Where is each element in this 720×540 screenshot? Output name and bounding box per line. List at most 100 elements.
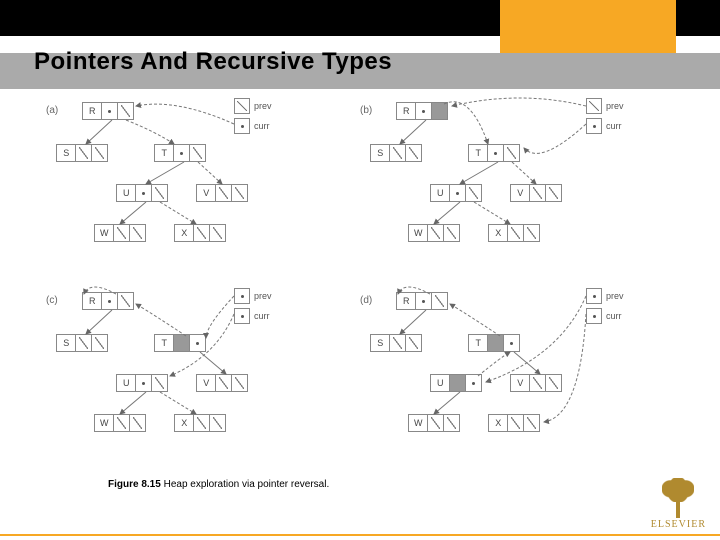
node-s-c: S [56, 334, 108, 352]
node-u: U [116, 184, 168, 202]
node-v-left [216, 184, 232, 202]
figure-815: (a) R S T U V W [46, 96, 674, 476]
node-s-label-b: S [370, 144, 390, 162]
node-w-left [114, 224, 130, 242]
node-v-label-c: V [196, 374, 216, 392]
node-u-label-b: U [430, 184, 450, 202]
elsevier-wordmark: ELSEVIER [651, 520, 706, 530]
node-s-right [92, 144, 108, 162]
node-x-label: X [174, 224, 194, 242]
node-u-left [136, 184, 152, 202]
panel-c: (c) R S T U V W [46, 286, 350, 456]
node-w-right [130, 224, 146, 242]
node-v: V [196, 184, 248, 202]
footer-rule [0, 534, 720, 536]
node-r-right-b [432, 102, 448, 120]
figure-caption-text: Heap exploration via pointer reversal. [164, 479, 330, 490]
node-u-c: U [116, 374, 168, 392]
node-r-label-d: R [396, 292, 416, 310]
curr-box-a: curr [234, 118, 302, 134]
node-w-label: W [94, 224, 114, 242]
node-v-c: V [196, 374, 248, 392]
node-x-left [194, 224, 210, 242]
node-r-left-b [416, 102, 432, 120]
node-r-right [118, 102, 134, 120]
node-v-b: V [510, 184, 562, 202]
node-s-d: S [370, 334, 422, 352]
node-t-label: T [154, 144, 174, 162]
pc-pair-d: prev curr [586, 288, 654, 328]
pc-pair-c: prev curr [234, 288, 302, 328]
node-v-label-d: V [510, 374, 530, 392]
node-t-label-b: T [468, 144, 488, 162]
node-u-b: U [430, 184, 482, 202]
node-x-label-b: X [488, 224, 508, 242]
panel-c-label: (c) [46, 296, 58, 306]
node-r-b: R [396, 102, 448, 120]
page-title: Pointers And Recursive Types [34, 48, 392, 76]
node-t-b: T [468, 144, 520, 162]
node-s: S [56, 144, 108, 162]
elsevier-logo: ELSEVIER [651, 476, 706, 530]
panel-a: (a) R S T U V W [46, 96, 350, 266]
node-x-label-c: X [174, 414, 194, 432]
curr-label: curr [254, 122, 270, 131]
figure-caption: Figure 8.15 Heap exploration via pointer… [108, 480, 329, 490]
node-r-c: R [82, 292, 134, 310]
node-t-label-d: T [468, 334, 488, 352]
panel-b-label: (b) [360, 106, 372, 116]
node-s-label-d: S [370, 334, 390, 352]
node-x-right [210, 224, 226, 242]
node-r: R [82, 102, 134, 120]
node-v-label: V [196, 184, 216, 202]
node-r-label-c: R [82, 292, 102, 310]
node-t-left [174, 144, 190, 162]
node-w-label-c: W [94, 414, 114, 432]
node-r-label-b: R [396, 102, 416, 120]
node-w-c: W [94, 414, 146, 432]
header-orange-block [500, 0, 676, 53]
node-t-d: T [468, 334, 520, 352]
node-v-right [232, 184, 248, 202]
node-r-d: R [396, 292, 448, 310]
node-x-b: X [488, 224, 540, 242]
node-u-label-d: U [430, 374, 450, 392]
node-v-d: V [510, 374, 562, 392]
node-x-c: X [174, 414, 226, 432]
node-u-label-c: U [116, 374, 136, 392]
node-t-right [190, 144, 206, 162]
pc-pair-a: prev curr [234, 98, 302, 138]
node-w-b: W [408, 224, 460, 242]
node-w-label-d: W [408, 414, 428, 432]
node-s-b: S [370, 144, 422, 162]
node-s-left [76, 144, 92, 162]
node-w-d: W [408, 414, 460, 432]
prev-box-a: prev [234, 98, 302, 114]
node-x-label-d: X [488, 414, 508, 432]
prev-label: prev [254, 102, 272, 111]
pc-pair-b: prev curr [586, 98, 654, 138]
node-s-label-c: S [56, 334, 76, 352]
node-u-label: U [116, 184, 136, 202]
panel-d: (d) R S T U V W [360, 286, 664, 456]
node-w-label-b: W [408, 224, 428, 242]
curr-cell-a [234, 118, 250, 134]
node-u-right [152, 184, 168, 202]
node-r-left [102, 102, 118, 120]
node-r-label: R [82, 102, 102, 120]
figure-number: Figure 8.15 [108, 479, 161, 490]
node-s-label: S [56, 144, 76, 162]
node-w: W [94, 224, 146, 242]
node-x-d: X [488, 414, 540, 432]
node-u-d: U [430, 374, 482, 392]
prev-cell-a [234, 98, 250, 114]
elsevier-tree-icon [658, 476, 698, 518]
node-t-label-c: T [154, 334, 174, 352]
node-v-label-b: V [510, 184, 530, 202]
panel-b: (b) R S T U V W [360, 96, 664, 266]
panel-d-label: (d) [360, 296, 372, 306]
node-t-c: T [154, 334, 206, 352]
panel-a-label: (a) [46, 106, 58, 116]
node-x: X [174, 224, 226, 242]
node-t: T [154, 144, 206, 162]
